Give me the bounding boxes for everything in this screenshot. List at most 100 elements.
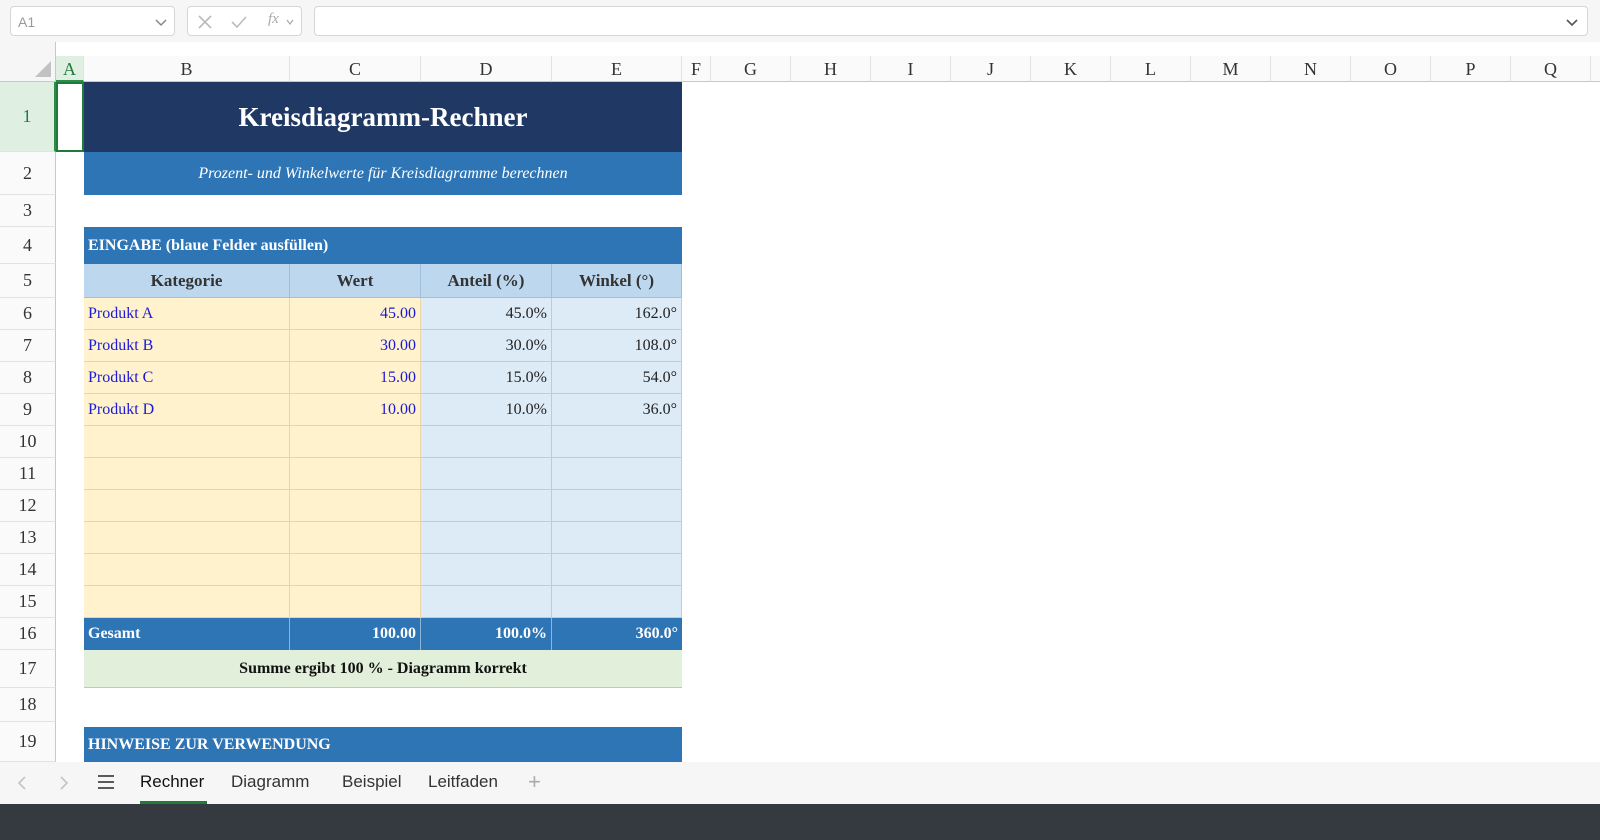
row-header-1[interactable]: 1 [0,82,56,152]
row-header-19[interactable]: 19 [0,722,56,762]
kategorie-cell[interactable]: Produkt C [84,362,290,394]
column-header-o[interactable]: O [1351,56,1431,82]
row-header-11[interactable]: 11 [0,458,56,490]
header-anteil[interactable]: Anteil (%) [421,264,552,298]
column-header-e[interactable]: E [552,56,682,82]
total-winkel[interactable]: 360.0° [552,618,682,650]
sheet-title[interactable]: Kreisdiagramm-Rechner [84,82,682,152]
empty-output-cell[interactable] [552,554,682,586]
anteil-cell[interactable]: 15.0% [421,362,552,394]
row-header-10[interactable]: 10 [0,426,56,458]
row-header-16[interactable]: 16 [0,618,56,650]
row-header-14[interactable]: 14 [0,554,56,586]
anteil-cell[interactable]: 45.0% [421,298,552,330]
column-header-m[interactable]: M [1191,56,1271,82]
wert-cell[interactable]: 15.00 [290,362,421,394]
column-header-k[interactable]: K [1031,56,1111,82]
winkel-cell[interactable]: 162.0° [552,298,682,330]
sheet-subtitle[interactable]: Prozent- und Winkelwerte für Kreisdiagra… [84,152,682,195]
row-header-6[interactable]: 6 [0,298,56,330]
active-cell-a1[interactable] [56,82,84,152]
empty-input-cell[interactable] [290,586,421,618]
row-header-5[interactable]: 5 [0,264,56,298]
total-label[interactable]: Gesamt [84,618,290,650]
row-header-8[interactable]: 8 [0,362,56,394]
empty-output-cell[interactable] [421,586,552,618]
name-box[interactable]: A1 [10,6,175,36]
row-header-12[interactable]: 12 [0,490,56,522]
confirm-icon[interactable] [230,13,248,31]
winkel-cell[interactable]: 108.0° [552,330,682,362]
column-header-d[interactable]: D [421,56,552,82]
sheet-tab-leitfaden[interactable]: Leitfaden [428,772,498,792]
chevron-down-icon[interactable] [154,15,168,29]
column-header-j[interactable]: J [951,56,1031,82]
sheet-tab-diagramm[interactable]: Diagramm [231,772,309,792]
wert-cell[interactable]: 45.00 [290,298,421,330]
row-header-18[interactable]: 18 [0,688,56,722]
expand-formula-icon[interactable] [1565,15,1579,29]
column-header-n[interactable]: N [1271,56,1351,82]
empty-output-cell[interactable] [552,490,682,522]
formula-input[interactable] [314,6,1588,36]
column-header-q[interactable]: Q [1511,56,1591,82]
column-header-g[interactable]: G [711,56,791,82]
empty-output-cell[interactable] [552,458,682,490]
empty-output-cell[interactable] [421,490,552,522]
row-header-17[interactable]: 17 [0,650,56,688]
chevron-down-icon[interactable] [286,19,294,25]
empty-output-cell[interactable] [552,586,682,618]
spreadsheet-grid[interactable]: A B C D E F G H I J K L M N O P Q 1 2 3 … [0,42,1600,762]
add-sheet-icon[interactable]: + [528,771,541,793]
winkel-cell[interactable]: 54.0° [552,362,682,394]
scroll-tabs-right-icon[interactable] [57,775,71,791]
empty-input-cell[interactable] [84,426,290,458]
sheet-tab-rechner[interactable]: Rechner [140,772,204,792]
wert-cell[interactable]: 10.00 [290,394,421,426]
sheet-tab-beispiel[interactable]: Beispiel [342,772,402,792]
column-header-p[interactable]: P [1431,56,1511,82]
anteil-cell[interactable]: 10.0% [421,394,552,426]
row-header-15[interactable]: 15 [0,586,56,618]
empty-input-cell[interactable] [290,490,421,522]
empty-output-cell[interactable] [421,426,552,458]
kategorie-cell[interactable]: Produkt B [84,330,290,362]
empty-input-cell[interactable] [290,426,421,458]
empty-output-cell[interactable] [421,522,552,554]
cancel-icon[interactable] [196,13,214,31]
column-header-h[interactable]: H [791,56,871,82]
scroll-tabs-left-icon[interactable] [15,775,29,791]
wert-cell[interactable]: 30.00 [290,330,421,362]
empty-output-cell[interactable] [552,522,682,554]
column-header-b[interactable]: B [84,56,290,82]
hints-section-header[interactable]: HINWEISE ZUR VERWENDUNG [84,727,682,762]
column-header-c[interactable]: C [290,56,421,82]
column-header-i[interactable]: I [871,56,951,82]
empty-input-cell[interactable] [84,586,290,618]
select-all-corner[interactable] [0,42,56,82]
empty-input-cell[interactable] [290,554,421,586]
kategorie-cell[interactable]: Produkt D [84,394,290,426]
empty-input-cell[interactable] [290,522,421,554]
row-header-7[interactable]: 7 [0,330,56,362]
empty-output-cell[interactable] [552,426,682,458]
header-wert[interactable]: Wert [290,264,421,298]
total-anteil[interactable]: 100.0% [421,618,552,650]
header-kategorie[interactable]: Kategorie [84,264,290,298]
column-header-f[interactable]: F [682,56,711,82]
column-header-a[interactable]: A [56,56,84,82]
empty-input-cell[interactable] [84,554,290,586]
empty-input-cell[interactable] [84,490,290,522]
sheet-list-menu-icon[interactable] [97,774,115,790]
empty-input-cell[interactable] [290,458,421,490]
input-section-header[interactable]: EINGABE (blaue Felder ausfüllen) [84,227,682,264]
header-winkel[interactable]: Winkel (°) [552,264,682,298]
validation-status[interactable]: Summe ergibt 100 % - Diagramm korrekt [84,650,682,688]
function-icon[interactable]: fx [268,11,279,28]
anteil-cell[interactable]: 30.0% [421,330,552,362]
empty-input-cell[interactable] [84,522,290,554]
row-header-4[interactable]: 4 [0,227,56,264]
winkel-cell[interactable]: 36.0° [552,394,682,426]
row-header-9[interactable]: 9 [0,394,56,426]
empty-input-cell[interactable] [84,458,290,490]
